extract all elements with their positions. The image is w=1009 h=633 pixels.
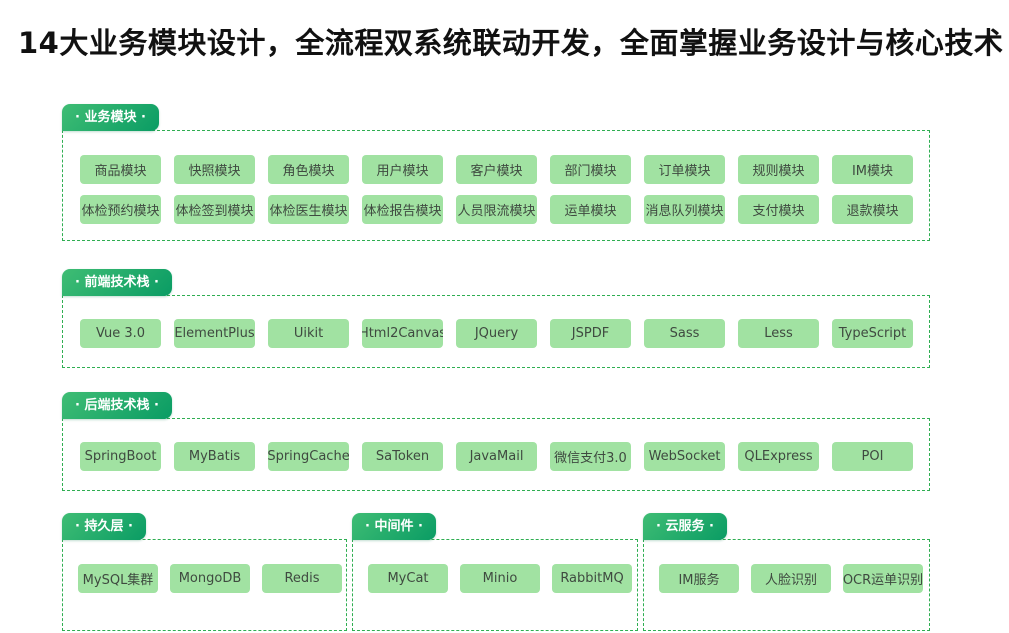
module-chip: 用户模块 (362, 155, 443, 184)
section-business-modules: · 业务模块 · 商品模块 快照模块 角色模块 用户模块 客户模块 部门模块 订… (62, 104, 930, 241)
section-box-business-modules: 商品模块 快照模块 角色模块 用户模块 客户模块 部门模块 订单模块 规则模块 … (62, 130, 930, 241)
section-box-middleware: MyCat Minio RabbitMQ (352, 539, 638, 631)
module-chip: 体检医生模块 (268, 195, 349, 224)
tech-chip: JQuery (456, 319, 537, 348)
section-label-middleware: · 中间件 · (352, 513, 436, 540)
tech-chip: JSPDF (550, 319, 631, 348)
section-label-backend-stack: · 后端技术栈 · (62, 392, 172, 419)
module-chip: 客户模块 (456, 155, 537, 184)
section-label-business-modules: · 业务模块 · (62, 104, 159, 131)
business-modules-grid: 商品模块 快照模块 角色模块 用户模块 客户模块 部门模块 订单模块 规则模块 … (80, 155, 929, 224)
section-box-backend-stack: SpringBoot MyBatis SpringCache SaToken J… (62, 418, 930, 491)
module-chip: 商品模块 (80, 155, 161, 184)
middleware-grid: MyCat Minio RabbitMQ (368, 564, 637, 593)
backend-stack-grid: SpringBoot MyBatis SpringCache SaToken J… (80, 442, 929, 471)
module-chip: 部门模块 (550, 155, 631, 184)
tech-chip: 人脸识别 (751, 564, 831, 593)
tech-chip: IM服务 (659, 564, 739, 593)
module-chip: 快照模块 (174, 155, 255, 184)
section-label-persistence-layer: · 持久层 · (62, 513, 146, 540)
tech-chip: OCR运单识别 (843, 564, 923, 593)
tech-chip: Redis (262, 564, 342, 593)
section-cloud-services: · 云服务 · IM服务 人脸识别 OCR运单识别 (643, 513, 930, 631)
section-frontend-stack: · 前端技术栈 · Vue 3.0 ElementPlus Uikit Html… (62, 269, 930, 368)
frontend-stack-grid: Vue 3.0 ElementPlus Uikit Html2Canvas JQ… (80, 319, 929, 348)
tech-chip: RabbitMQ (552, 564, 632, 593)
module-chip: 支付模块 (738, 195, 819, 224)
section-box-frontend-stack: Vue 3.0 ElementPlus Uikit Html2Canvas JQ… (62, 295, 930, 368)
module-chip: 订单模块 (644, 155, 725, 184)
module-chip: 角色模块 (268, 155, 349, 184)
tech-chip: TypeScript (832, 319, 913, 348)
module-chip: 运单模块 (550, 195, 631, 224)
cloud-services-grid: IM服务 人脸识别 OCR运单识别 (659, 564, 929, 593)
tech-chip: SpringCache (268, 442, 349, 471)
module-chip: 人员限流模块 (456, 195, 537, 224)
section-backend-stack: · 后端技术栈 · SpringBoot MyBatis SpringCache… (62, 392, 930, 491)
tech-chip: SpringBoot (80, 442, 161, 471)
tech-chip: 微信支付3.0 (550, 442, 631, 471)
tech-chip: MySQL集群 (78, 564, 158, 593)
section-middleware: · 中间件 · MyCat Minio RabbitMQ (352, 513, 638, 631)
persistence-grid: MySQL集群 MongoDB Redis (78, 564, 346, 593)
module-chip: 消息队列模块 (644, 195, 725, 224)
tech-chip: Sass (644, 319, 725, 348)
tech-chip: ElementPlus (174, 319, 255, 348)
tech-chip: SaToken (362, 442, 443, 471)
module-chip: 退款模块 (832, 195, 913, 224)
module-chip: 规则模块 (738, 155, 819, 184)
section-box-cloud-services: IM服务 人脸识别 OCR运单识别 (643, 539, 930, 631)
tech-chip: MongoDB (170, 564, 250, 593)
tech-chip: JavaMail (456, 442, 537, 471)
tech-chip: QLExpress (738, 442, 819, 471)
section-label-cloud-services: · 云服务 · (643, 513, 727, 540)
section-label-frontend-stack: · 前端技术栈 · (62, 269, 172, 296)
module-chip: 体检预约模块 (80, 195, 161, 224)
section-box-persistence-layer: MySQL集群 MongoDB Redis (62, 539, 347, 631)
tech-chip: MyCat (368, 564, 448, 593)
tech-chip: Less (738, 319, 819, 348)
tech-chip: POI (832, 442, 913, 471)
main-content: · 业务模块 · 商品模块 快照模块 角色模块 用户模块 客户模块 部门模块 订… (62, 104, 930, 631)
tech-chip: MyBatis (174, 442, 255, 471)
tech-chip: Uikit (268, 319, 349, 348)
bottom-sections-row: · 持久层 · MySQL集群 MongoDB Redis · 中间件 · My… (62, 513, 930, 631)
tech-chip: Html2Canvas (362, 319, 443, 348)
page-title: 14大业务模块设计，全流程双系统联动开发，全面掌握业务设计与核心技术 (18, 26, 1009, 60)
module-chip: 体检签到模块 (174, 195, 255, 224)
tech-chip: WebSocket (644, 442, 725, 471)
module-chip: IM模块 (832, 155, 913, 184)
tech-chip: Vue 3.0 (80, 319, 161, 348)
section-persistence-layer: · 持久层 · MySQL集群 MongoDB Redis (62, 513, 347, 631)
tech-chip: Minio (460, 564, 540, 593)
module-chip: 体检报告模块 (362, 195, 443, 224)
